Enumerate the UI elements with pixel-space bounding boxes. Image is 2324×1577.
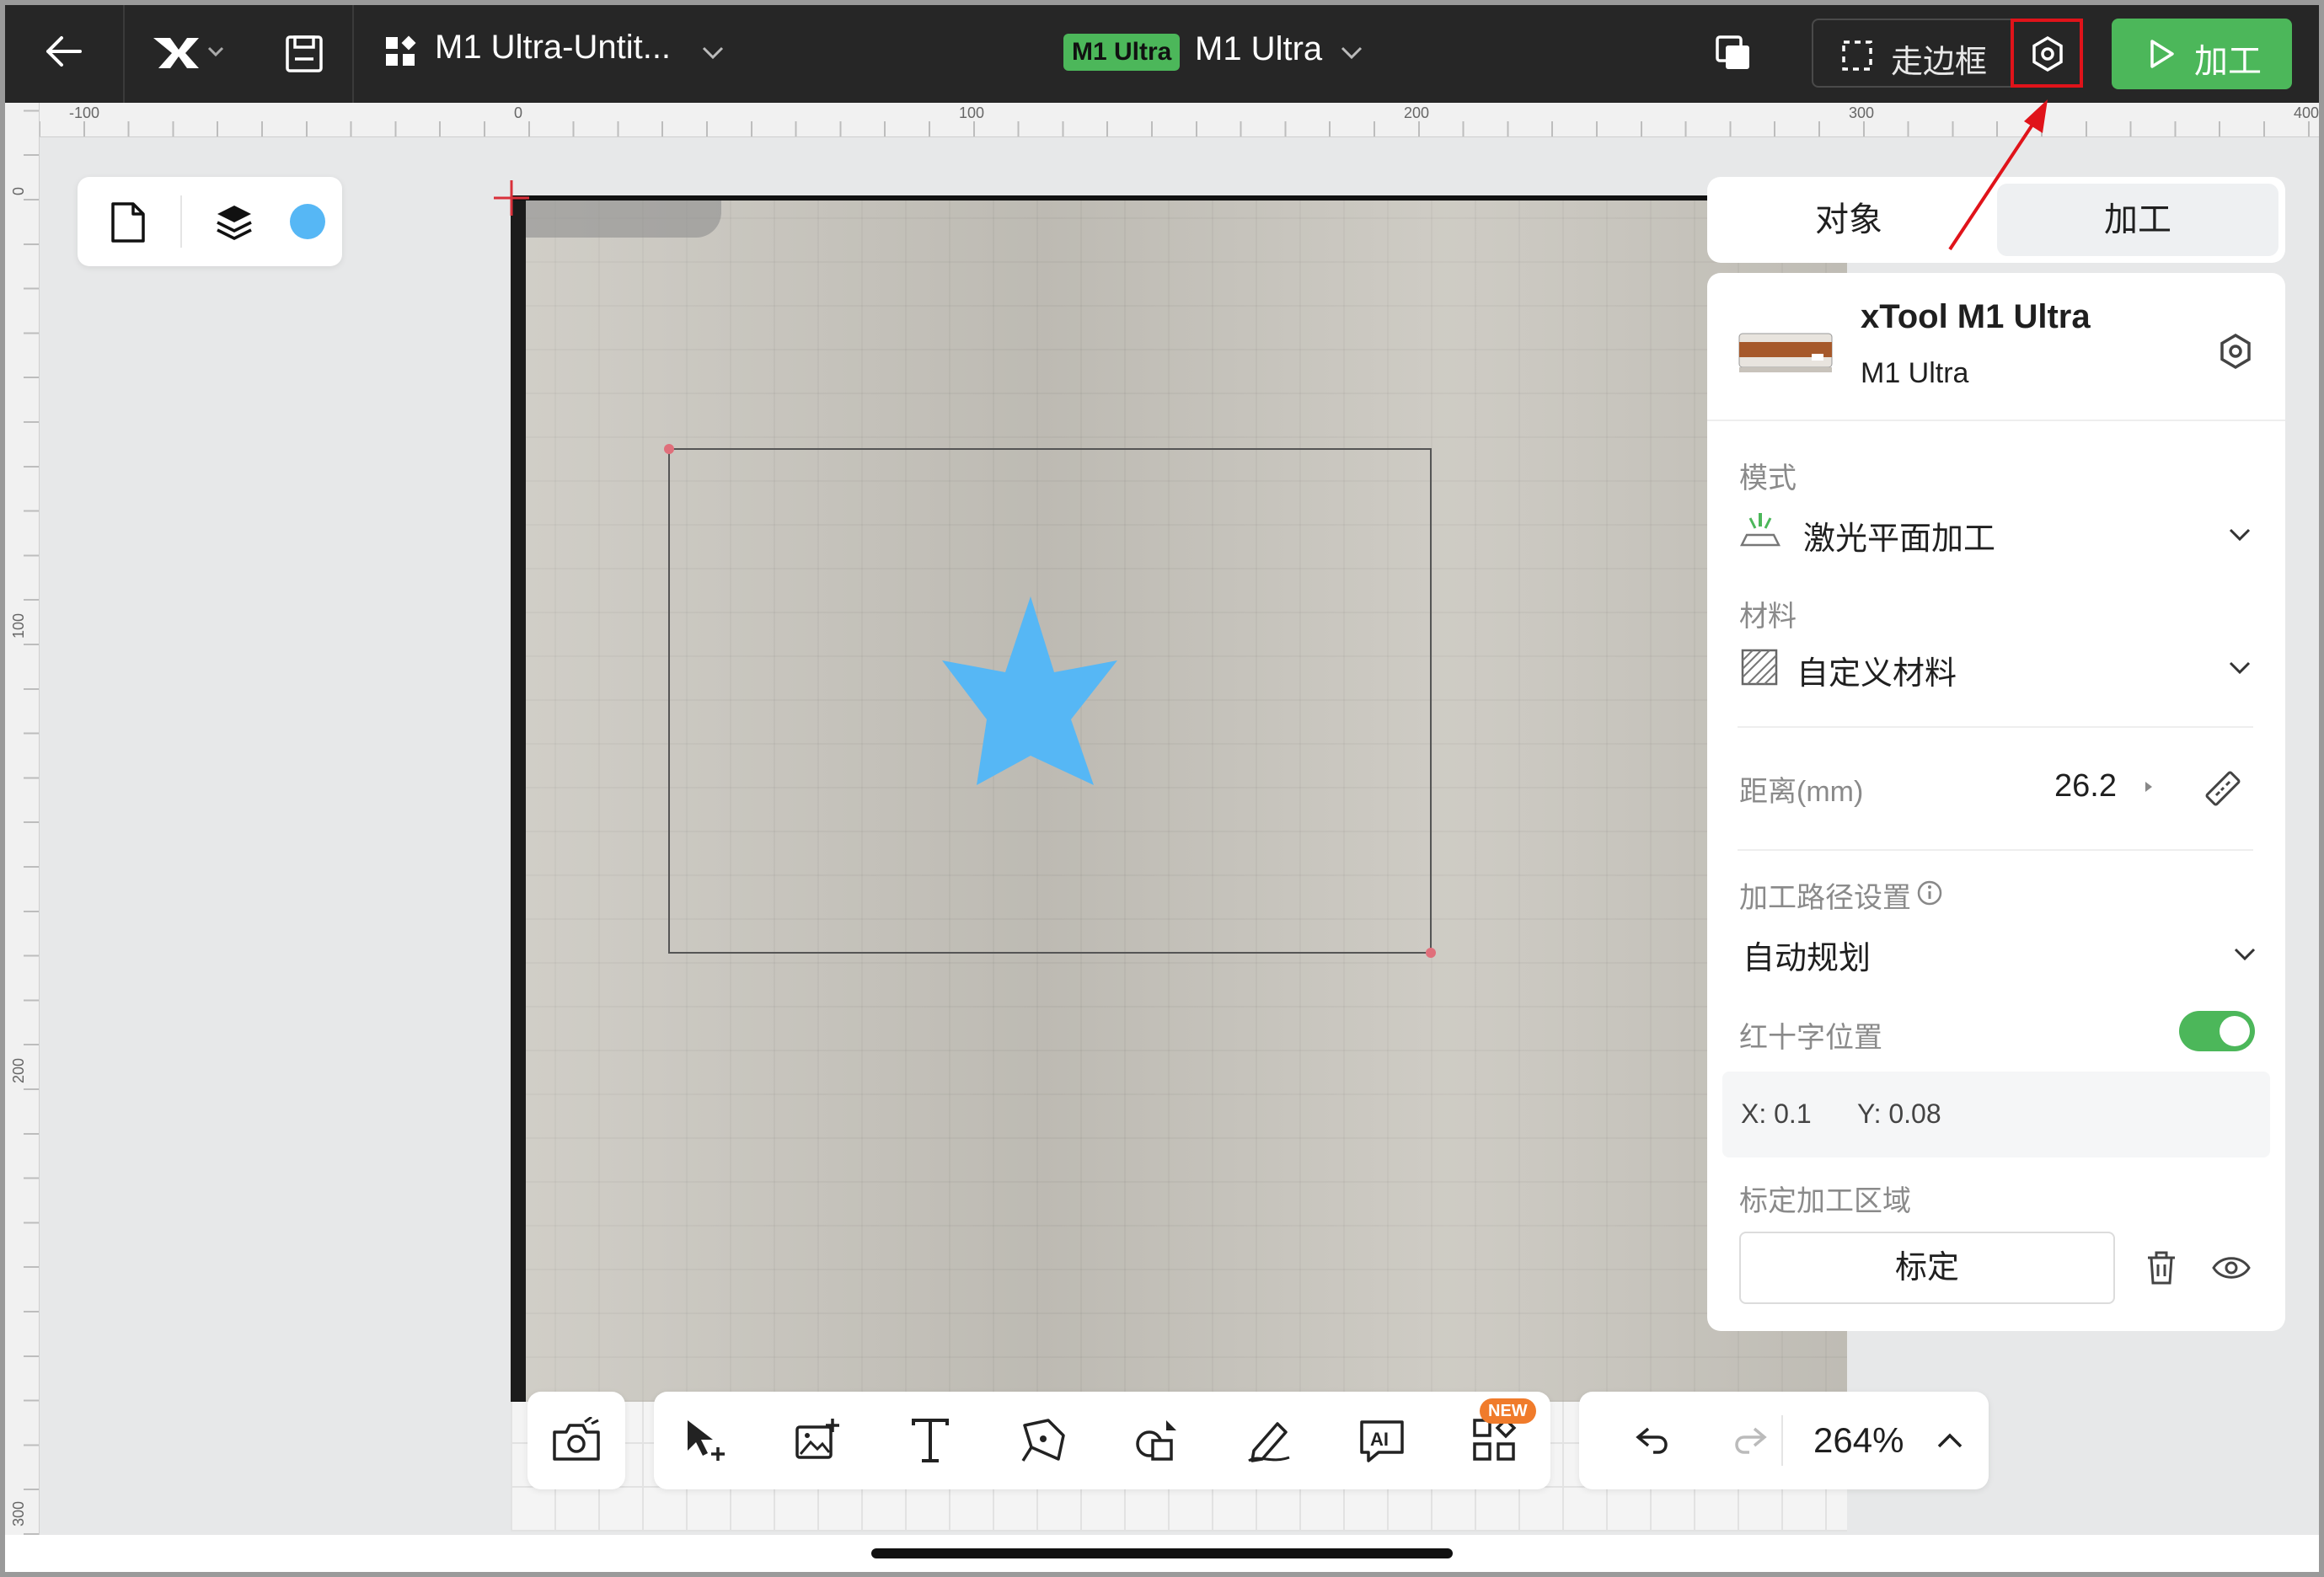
project-title[interactable]: M1 Ultra-Untit... — [435, 29, 671, 67]
trash-icon[interactable] — [2140, 1245, 2182, 1291]
device-settings-button[interactable] — [2011, 19, 2083, 88]
device-model: M1 Ultra — [1861, 357, 1969, 389]
laser-flat-icon — [1739, 509, 1781, 551]
home-indicator[interactable] — [871, 1548, 1453, 1558]
run-process-button[interactable]: 加工 — [2112, 19, 2292, 89]
play-icon — [2145, 37, 2179, 71]
crosshair-x: X: 0.1 — [1741, 1099, 1812, 1129]
distance-value[interactable]: 26.2 — [2054, 768, 2117, 805]
camera-toolbar — [527, 1392, 625, 1489]
path-chevron-down-icon[interactable] — [2228, 942, 2262, 967]
crosshair-label: 红十字位置 — [1739, 1022, 1882, 1054]
info-icon[interactable] — [1914, 878, 1945, 908]
selection-handle[interactable] — [1426, 948, 1436, 958]
mode-value[interactable]: 激光平面加工 — [1803, 512, 1995, 559]
hatched-material-icon — [1739, 647, 1780, 687]
text-tool-icon[interactable] — [903, 1414, 957, 1467]
device-name: xTool M1 Ultra — [1861, 298, 2091, 335]
crosshair-y: Y: 0.08 — [1857, 1099, 1941, 1129]
work-canvas[interactable] — [511, 195, 1847, 1402]
path-setting-value[interactable]: 自动规划 — [1743, 932, 1871, 978]
frame-button-label: 走边框 — [1891, 45, 1988, 80]
hexagon-settings-icon — [2027, 34, 2068, 74]
ruler-tick-label: 0 — [514, 104, 523, 121]
annotation-arrow-icon — [1948, 99, 2048, 251]
copy-layers-icon[interactable] — [1711, 30, 1758, 78]
add-image-icon[interactable] — [790, 1414, 844, 1467]
ruler-tick-label: -100 — [69, 104, 100, 121]
zoom-level[interactable]: 264% — [1813, 1420, 1904, 1461]
ruler-tick-label: 200 — [1404, 104, 1430, 121]
run-button-label: 加工 — [2194, 43, 2262, 80]
canvas-widget — [78, 177, 342, 266]
ruler-tick-label: 100 — [959, 104, 985, 121]
dashed-frame-icon — [1839, 37, 1876, 74]
caret-right-icon[interactable] — [2140, 777, 2157, 797]
ruler-tick-label: 300 — [1849, 104, 1875, 121]
xtool-logo-menu[interactable] — [148, 25, 233, 79]
new-badge: NEW — [1480, 1398, 1536, 1424]
origin-crosshair-icon — [494, 180, 529, 216]
process-panel: xTool M1 Ultra M1 Ultra 模式 激光平面加工 材料 自定义… — [1707, 273, 2285, 1331]
canvas-edge — [511, 199, 526, 1402]
calibrate-area-label: 标定加工区域 — [1739, 1185, 1911, 1217]
vertical-ruler: 0 100 200 300 — [5, 103, 40, 1535]
ai-tool-icon[interactable]: AI — [1355, 1414, 1409, 1467]
crosshair-toggle[interactable] — [2179, 1011, 2255, 1051]
selection-handle[interactable] — [664, 444, 674, 454]
machine-badge: M1 Ultra — [1063, 34, 1181, 71]
mode-chevron-down-icon[interactable] — [2223, 522, 2257, 548]
material-value[interactable]: 自定义材料 — [1797, 647, 1957, 693]
layer-color-dot[interactable] — [290, 204, 325, 239]
document-icon[interactable] — [104, 199, 152, 246]
star-shape[interactable] — [942, 596, 1117, 785]
draw-pencil-icon[interactable] — [1242, 1414, 1296, 1467]
redo-icon[interactable] — [1722, 1414, 1776, 1467]
pen-tool-icon[interactable] — [1016, 1414, 1070, 1467]
layers-icon[interactable] — [211, 199, 258, 246]
crosshair-coords: X: 0.1 Y: 0.08 — [1722, 1072, 2270, 1157]
chevron-down-icon[interactable] — [696, 39, 730, 67]
device-image — [1738, 329, 1834, 376]
zoom-chevron-up-icon[interactable] — [1923, 1414, 1977, 1467]
back-arrow-icon[interactable] — [34, 22, 93, 81]
project-grid-icon[interactable] — [383, 34, 420, 71]
material-label: 材料 — [1739, 601, 1797, 633]
svg-text:AI: AI — [1370, 1429, 1389, 1450]
history-zoom-toolbar — [1579, 1392, 1989, 1489]
distance-label: 距离(mm) — [1739, 776, 1864, 808]
save-icon[interactable] — [275, 29, 334, 79]
canvas-edge — [511, 195, 1707, 200]
calibrate-button[interactable]: 标定 — [1739, 1232, 2115, 1304]
machine-selector[interactable]: M1 Ultra — [1195, 30, 1322, 68]
path-setting-label: 加工路径设置 — [1739, 882, 1911, 914]
camera-capture-icon[interactable] — [549, 1414, 603, 1467]
undo-icon[interactable] — [1626, 1414, 1680, 1467]
ruler-tick-label: 400 — [2294, 104, 2320, 121]
material-chevron-down-icon[interactable] — [2223, 655, 2257, 681]
mode-label: 模式 — [1739, 462, 1797, 494]
eye-icon[interactable] — [2208, 1247, 2255, 1289]
device-settings-icon[interactable] — [2213, 329, 2258, 374]
ruler-measure-icon[interactable] — [2199, 765, 2246, 812]
select-add-icon[interactable] — [677, 1414, 731, 1467]
machine-chevron-down-icon[interactable] — [1335, 39, 1368, 67]
tools-toolbar: AI — [654, 1392, 1550, 1489]
shapes-tool-icon[interactable] — [1129, 1414, 1183, 1467]
